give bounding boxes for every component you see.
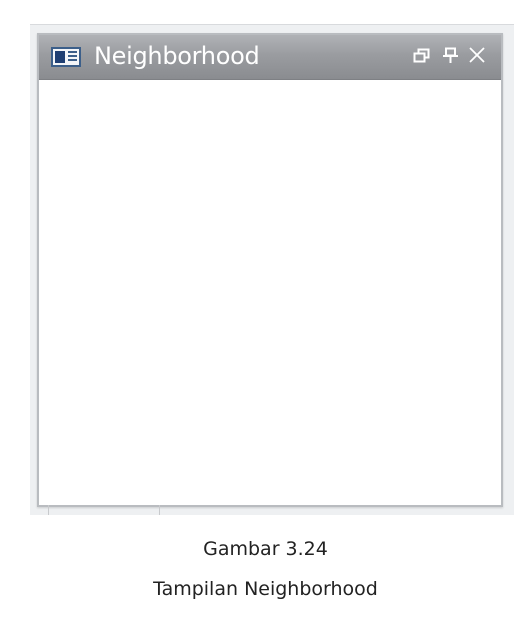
panel-title: Neighborhood — [94, 42, 260, 70]
figure-caption: Tampilan Neighborhood — [153, 578, 378, 600]
figure-number: Gambar 3.24 — [203, 538, 328, 560]
panel-titlebar[interactable]: Neighborhood — [39, 35, 501, 80]
close-icon[interactable] — [467, 45, 487, 67]
tab-strip-edge — [48, 505, 160, 515]
window-list-icon — [51, 47, 81, 67]
panel-content[interactable] — [39, 80, 501, 505]
figure-stage: Neighborhood Gambar 3.24 Tampilan Neighb… — [0, 0, 531, 623]
pin-icon[interactable] — [441, 45, 461, 67]
restore-window-icon[interactable] — [412, 45, 432, 67]
neighborhood-panel: Neighborhood — [37, 33, 503, 507]
